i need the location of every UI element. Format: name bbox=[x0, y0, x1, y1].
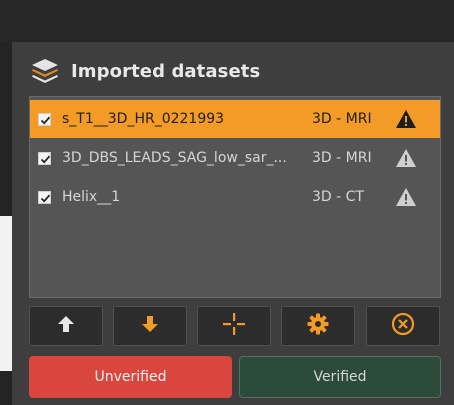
dataset-checkbox[interactable] bbox=[38, 112, 51, 126]
move-down-button[interactable] bbox=[113, 306, 187, 346]
arrow-down-icon bbox=[140, 314, 160, 338]
unverified-button[interactable]: Unverified bbox=[29, 356, 232, 398]
crosshair-icon bbox=[222, 312, 246, 340]
dataset-checkbox[interactable] bbox=[38, 151, 51, 165]
dataset-type: 3D - MRI bbox=[312, 111, 372, 127]
left-rail-panel bbox=[0, 216, 12, 371]
move-up-button[interactable] bbox=[29, 306, 103, 346]
dataset-toolbar bbox=[29, 306, 441, 348]
gear-icon bbox=[307, 313, 329, 339]
layers-icon bbox=[30, 57, 60, 85]
panel-title: Imported datasets bbox=[71, 60, 261, 82]
dataset-row[interactable]: s_T1__3D_HR_0221993 3D - MRI bbox=[30, 100, 440, 138]
crosshair-button[interactable] bbox=[197, 306, 271, 346]
warning-icon bbox=[395, 187, 417, 207]
warning-icon bbox=[395, 109, 417, 129]
arrow-up-icon bbox=[56, 314, 76, 338]
remove-button[interactable] bbox=[366, 306, 440, 346]
panel-header: Imported datasets bbox=[30, 50, 260, 92]
dataset-row[interactable]: Helix__1 3D - CT bbox=[30, 178, 440, 216]
settings-button[interactable] bbox=[281, 306, 355, 346]
warning-icon bbox=[395, 148, 417, 168]
dataset-type: 3D - CT bbox=[312, 189, 364, 205]
dataset-checkbox[interactable] bbox=[38, 190, 51, 204]
top-bar bbox=[0, 0, 454, 42]
verified-button[interactable]: Verified bbox=[239, 356, 441, 398]
dataset-name: s_T1__3D_HR_0221993 bbox=[62, 111, 225, 127]
dataset-list[interactable]: s_T1__3D_HR_0221993 3D - MRI 3D_DBS_LEAD… bbox=[29, 96, 441, 298]
dataset-name: Helix__1 bbox=[62, 189, 121, 205]
dataset-name: 3D_DBS_LEADS_SAG_low_sar_... bbox=[62, 150, 287, 166]
close-circle-icon bbox=[391, 312, 415, 340]
dataset-type: 3D - MRI bbox=[312, 150, 372, 166]
dataset-row[interactable]: 3D_DBS_LEADS_SAG_low_sar_... 3D - MRI bbox=[30, 139, 440, 177]
